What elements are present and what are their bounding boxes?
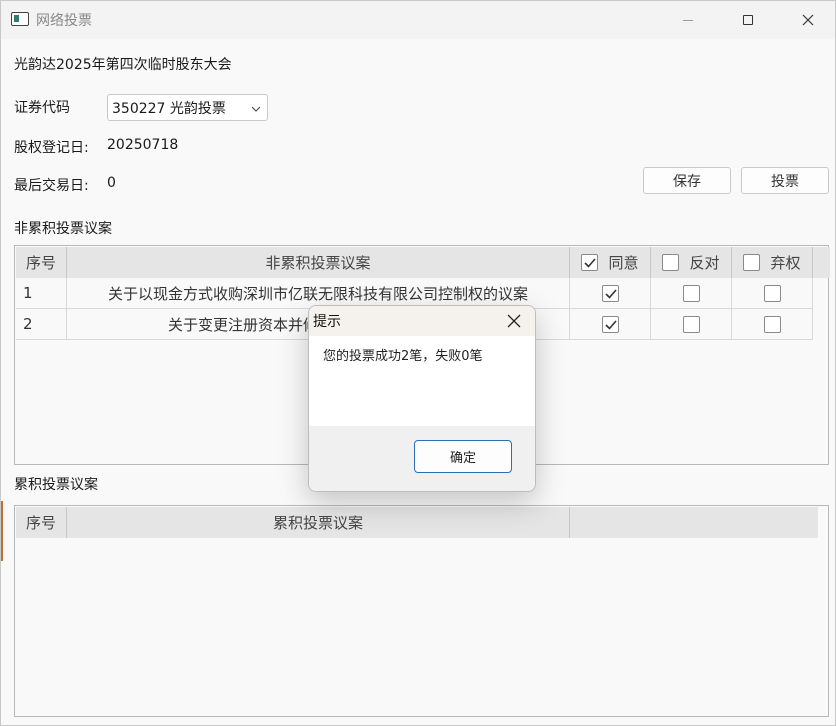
dialog-title: 提示 — [313, 314, 341, 330]
security-code-select[interactable]: 350227 光韵投票 — [107, 94, 268, 121]
row-agree-cell[interactable] — [570, 278, 651, 308]
title-bar: 网络投票 — [1, 1, 835, 39]
maximize-button[interactable] — [725, 1, 771, 39]
dialog-title-bar — [309, 306, 535, 336]
header-filler — [813, 247, 830, 278]
alert-dialog: 提示 您的投票成功2笔，失败0笔 确定 — [308, 305, 536, 492]
close-icon — [802, 14, 814, 26]
row-proposal: 关于以现金方式收购深圳市亿联无限科技有限公司控制权的议案 — [67, 278, 570, 308]
security-code-value: 350227 光韵投票 — [112, 101, 226, 117]
abstain-checkbox[interactable] — [763, 284, 781, 302]
registration-date-label: 股权登记日: — [14, 140, 89, 156]
header-index: 序号 — [16, 247, 67, 278]
agree-all-checkbox[interactable] — [581, 254, 599, 271]
grid-header: 序号 非累积投票议案 同意 反对 弃权 — [16, 247, 830, 278]
dialog-close-button[interactable] — [505, 312, 523, 330]
header-agree-label: 同意 — [608, 254, 639, 272]
save-button[interactable]: 保存 — [643, 167, 731, 194]
agree-checkbox[interactable] — [601, 284, 619, 302]
header-filler — [570, 507, 818, 538]
vote-button[interactable]: 投票 — [741, 167, 829, 194]
edge-marker — [1, 501, 3, 561]
row-abstain-cell[interactable] — [732, 309, 813, 339]
maximize-icon — [743, 15, 753, 25]
row-oppose-cell[interactable] — [651, 278, 732, 308]
minimize-icon — [683, 19, 693, 21]
row-index: 1 — [16, 278, 67, 308]
close-button[interactable] — [785, 1, 831, 39]
row-oppose-cell[interactable] — [651, 309, 732, 339]
last-trade-date-value: 0 — [107, 175, 116, 191]
meeting-title: 光韵达2025年第四次临时股东大会 — [14, 57, 232, 73]
header-proposal: 非累积投票议案 — [67, 247, 570, 278]
non-cumulative-section-label: 非累积投票议案 — [14, 221, 112, 237]
grid-header: 序号 累积投票议案 — [16, 507, 818, 538]
header-abstain-label: 弃权 — [770, 254, 801, 272]
header-index: 序号 — [16, 507, 67, 538]
header-oppose[interactable]: 反对 — [651, 247, 732, 278]
ok-button[interactable]: 确定 — [414, 440, 512, 473]
registration-date-value: 20250718 — [107, 137, 179, 153]
last-trade-date-label: 最后交易日: — [14, 178, 89, 194]
abstain-all-checkbox[interactable] — [743, 254, 761, 271]
cumulative-section-label: 累积投票议案 — [14, 477, 98, 493]
oppose-checkbox[interactable] — [682, 315, 700, 333]
dialog-message: 您的投票成功2笔，失败0笔 — [323, 349, 483, 364]
security-code-label: 证券代码 — [14, 100, 70, 116]
header-abstain[interactable]: 弃权 — [732, 247, 813, 278]
row-index: 2 — [16, 309, 67, 339]
oppose-all-checkbox[interactable] — [662, 254, 680, 271]
minimize-button[interactable] — [665, 1, 711, 39]
close-icon — [507, 314, 521, 328]
header-agree[interactable]: 同意 — [570, 247, 651, 278]
row-abstain-cell[interactable] — [732, 278, 813, 308]
abstain-checkbox[interactable] — [763, 315, 781, 333]
cumulative-grid: 序号 累积投票议案 — [14, 505, 829, 717]
agree-checkbox[interactable] — [601, 315, 619, 333]
row-agree-cell[interactable] — [570, 309, 651, 339]
window-title: 网络投票 — [36, 13, 92, 29]
app-icon — [11, 12, 29, 26]
chevron-down-icon — [251, 102, 261, 118]
oppose-checkbox[interactable] — [682, 284, 700, 302]
dialog-footer: 确定 — [309, 426, 535, 491]
header-proposal: 累积投票议案 — [67, 507, 570, 538]
header-oppose-label: 反对 — [689, 254, 720, 272]
